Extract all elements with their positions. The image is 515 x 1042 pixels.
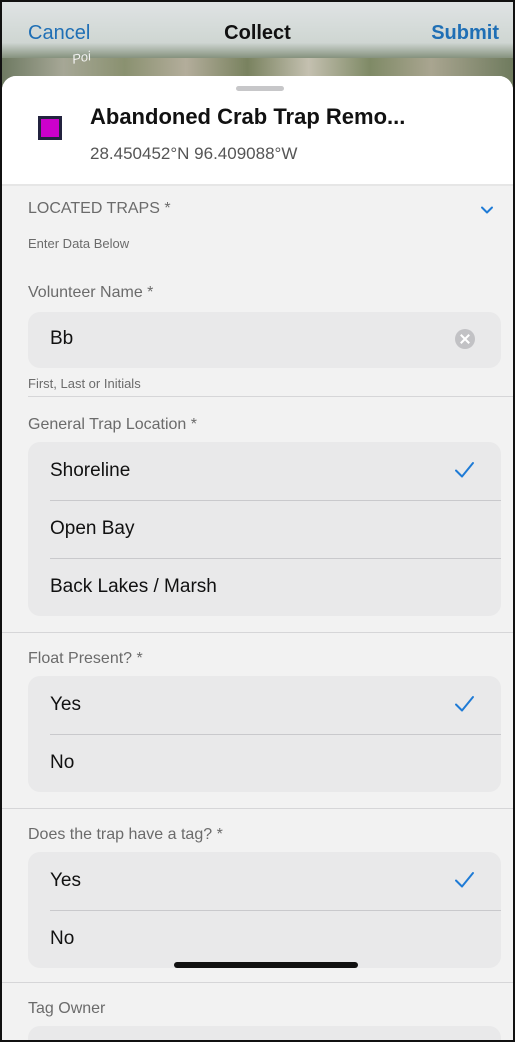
option-label: Yes [50, 870, 81, 891]
option-label: Yes [50, 694, 81, 715]
trap-location-options: Shoreline Open Bay Back Lakes / Marsh [28, 442, 501, 616]
group-label-located-traps: LOCATED TRAPS * [28, 200, 171, 217]
option-shoreline[interactable]: Shoreline [28, 442, 501, 500]
home-indicator [174, 962, 358, 968]
has-tag-label: Does the trap have a tag? * [28, 826, 223, 843]
volunteer-name-value[interactable]: Bb [50, 328, 73, 350]
has-tag-options: Yes No [28, 852, 501, 968]
trap-location-label: General Trap Location * [28, 416, 197, 433]
submit-button[interactable]: Submit [431, 22, 499, 45]
option-back-lakes-marsh[interactable]: Back Lakes / Marsh [28, 558, 501, 616]
coordinates: 28.450452°N 96.409088°W [90, 144, 298, 163]
chevron-down-icon[interactable] [479, 202, 495, 218]
option-label: No [50, 928, 75, 949]
option-label: No [50, 752, 75, 773]
option-yes[interactable]: Yes [28, 676, 501, 734]
checkmark-icon [455, 872, 474, 888]
float-present-options: Yes No [28, 676, 501, 792]
option-yes[interactable]: Yes [28, 852, 501, 910]
tag-owner-field[interactable] [28, 1026, 501, 1040]
option-open-bay[interactable]: Open Bay [28, 500, 501, 558]
divider [2, 808, 513, 809]
float-present-label: Float Present? * [28, 650, 143, 667]
option-label: Back Lakes / Marsh [50, 576, 217, 597]
clear-icon[interactable] [455, 329, 475, 349]
volunteer-name-hint: First, Last or Initials [28, 376, 141, 391]
volunteer-name-field[interactable]: Bb [28, 312, 501, 368]
layer-title: Abandoned Crab Trap Remo... [90, 104, 406, 129]
checkmark-icon [455, 462, 474, 478]
option-label: Shoreline [50, 460, 131, 481]
feature-header: Abandoned Crab Trap Remo... 28.450452°N … [2, 76, 513, 184]
divider [2, 632, 513, 633]
app-frame: Poi Cancel Collect Submit Abandoned Crab… [0, 0, 515, 1042]
divider [2, 982, 513, 983]
nav-bar: Poi Cancel Collect Submit [2, 2, 513, 88]
header-divider [2, 184, 513, 186]
volunteer-name-label: Volunteer Name * [28, 284, 154, 301]
group-hint: Enter Data Below [28, 236, 130, 251]
tag-owner-label: Tag Owner [28, 1000, 106, 1017]
option-no[interactable]: No [28, 910, 501, 968]
form-sheet: Abandoned Crab Trap Remo... 28.450452°N … [2, 76, 513, 1040]
layer-symbol-icon [38, 116, 62, 140]
sheet-grabber[interactable] [236, 86, 284, 91]
divider [28, 396, 513, 397]
option-no[interactable]: No [28, 734, 501, 792]
option-label: Open Bay [50, 518, 135, 539]
checkmark-icon [455, 696, 474, 712]
